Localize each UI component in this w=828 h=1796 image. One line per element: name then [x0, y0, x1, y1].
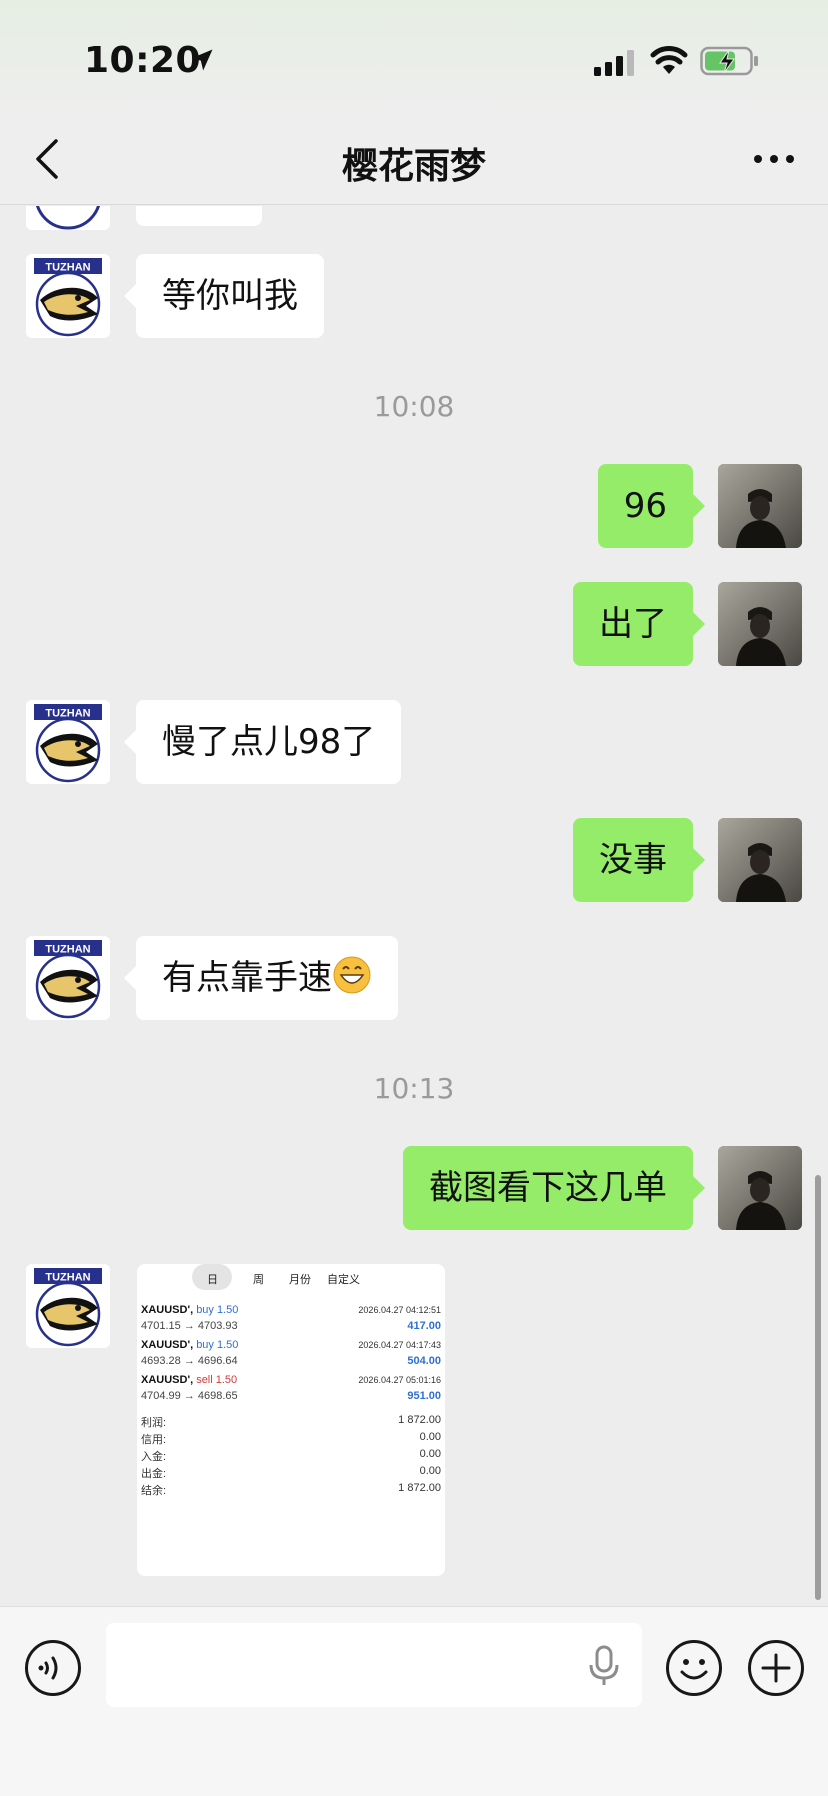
status-time: 10:20	[84, 40, 202, 81]
trade-symbol: XAUUSD', buy 1.50	[141, 1304, 239, 1316]
contact-avatar[interactable]: TUZHAN	[26, 1264, 110, 1348]
trade-row: XAUUSD', buy 1.50 2026.04.27 04:12:51 47…	[141, 1304, 441, 1334]
message-bubble-outgoing[interactable]: 没事	[573, 818, 705, 902]
chat-header: 樱花雨梦	[0, 115, 828, 205]
tab-week: 周	[253, 1273, 264, 1286]
ellipsis-icon[interactable]	[752, 145, 796, 173]
message-list[interactable]: TUZHAN 等你叫我 10:08 96 出了 TUZHAN 慢了点儿98了 没…	[0, 206, 828, 1606]
wifi-icon	[650, 46, 688, 74]
message-bubble-incoming[interactable]: 有点靠手速	[124, 936, 398, 1020]
my-avatar[interactable]	[718, 818, 802, 902]
my-avatar[interactable]	[718, 582, 802, 666]
trade-symbol: XAUUSD', sell 1.50	[141, 1374, 238, 1386]
location-arrow-icon	[191, 49, 213, 71]
trade-price: 4704.99 → 4698.65	[141, 1390, 238, 1402]
tab-day: 日	[207, 1273, 218, 1286]
tab-custom: 自定义	[327, 1273, 360, 1286]
scrollbar[interactable]	[815, 1175, 821, 1600]
svg-text:TUZHAN: TUZHAN	[45, 944, 90, 956]
summary-row-profit: 利润: 1 872.00	[141, 1414, 441, 1429]
period-tabs: 日 周 月份 自定义	[192, 1264, 362, 1290]
cellular-signal-icon	[594, 50, 634, 76]
trade-price: 4701.15 → 4703.93	[141, 1320, 238, 1332]
timestamp: 10:08	[373, 390, 455, 423]
trade-row: XAUUSD', sell 1.50 2026.04.27 05:01:16 4…	[141, 1374, 441, 1404]
svg-text:TUZHAN: TUZHAN	[45, 262, 90, 274]
grinning-face-emoji	[333, 956, 371, 994]
trade-symbol: XAUUSD', buy 1.50	[141, 1339, 239, 1351]
status-bar: 10:20	[0, 0, 828, 115]
summary-row-credit: 信用: 0.00	[141, 1431, 441, 1446]
input-bar	[0, 1606, 828, 1796]
tab-month: 月份	[289, 1273, 311, 1286]
trade-price: 4693.28 → 4696.64	[141, 1355, 238, 1367]
contact-avatar[interactable]: TUZHAN	[26, 700, 110, 784]
battery-charging-icon	[700, 46, 758, 76]
my-avatar[interactable]	[718, 464, 802, 548]
trade-time: 2026.04.27 04:17:43	[358, 1340, 441, 1350]
summary-row-deposit: 入金: 0.00	[141, 1448, 441, 1463]
message-text: 有点靠手速	[162, 958, 332, 998]
trade-time: 2026.04.27 05:01:16	[358, 1375, 441, 1385]
message-input[interactable]	[106, 1623, 642, 1707]
smiley-icon[interactable]	[665, 1639, 723, 1697]
message-bubble-outgoing[interactable]: 96	[597, 464, 706, 548]
trade-row: XAUUSD', buy 1.50 2026.04.27 04:17:43 46…	[141, 1339, 441, 1369]
summary-row-withdrawal: 出金: 0.00	[141, 1465, 441, 1480]
message-bubble-outgoing[interactable]: 截图看下这几单	[403, 1146, 705, 1230]
image-message-trade-history[interactable]: 日 周 月份 自定义 XAUUSD', buy 1.50 2026.04.27 …	[137, 1264, 445, 1576]
message-bubble-partial[interactable]	[136, 206, 262, 226]
contact-avatar[interactable]: TUZHAN	[26, 936, 110, 1020]
plus-circle-icon[interactable]	[747, 1639, 805, 1697]
contact-avatar[interactable]: TUZHAN	[26, 254, 110, 338]
avatar[interactable]	[26, 206, 110, 230]
microphone-icon[interactable]	[588, 1645, 620, 1687]
summary-row-balance: 结余: 1 872.00	[141, 1482, 441, 1497]
chat-title: 樱花雨梦	[341, 146, 486, 187]
trade-profit: 504.00	[407, 1355, 441, 1367]
chat-screen: 10:20 樱花雨梦 TUZHAN 等你叫我 10:08 96 出了 TUZHA…	[0, 0, 828, 1796]
timestamp: 10:13	[373, 1072, 455, 1105]
svg-text:TUZHAN: TUZHAN	[45, 708, 90, 720]
my-avatar[interactable]	[718, 1146, 802, 1230]
message-bubble-incoming[interactable]: 慢了点儿98了	[123, 700, 402, 784]
message-bubble-incoming[interactable]: 等你叫我	[124, 254, 324, 338]
trade-time: 2026.04.27 04:12:51	[358, 1305, 441, 1315]
message-bubble-outgoing[interactable]: 出了	[573, 582, 705, 666]
trade-profit: 417.00	[407, 1320, 441, 1332]
trade-profit: 951.00	[407, 1390, 441, 1402]
voice-mode-icon[interactable]	[24, 1639, 82, 1697]
svg-text:TUZHAN: TUZHAN	[45, 1272, 90, 1284]
